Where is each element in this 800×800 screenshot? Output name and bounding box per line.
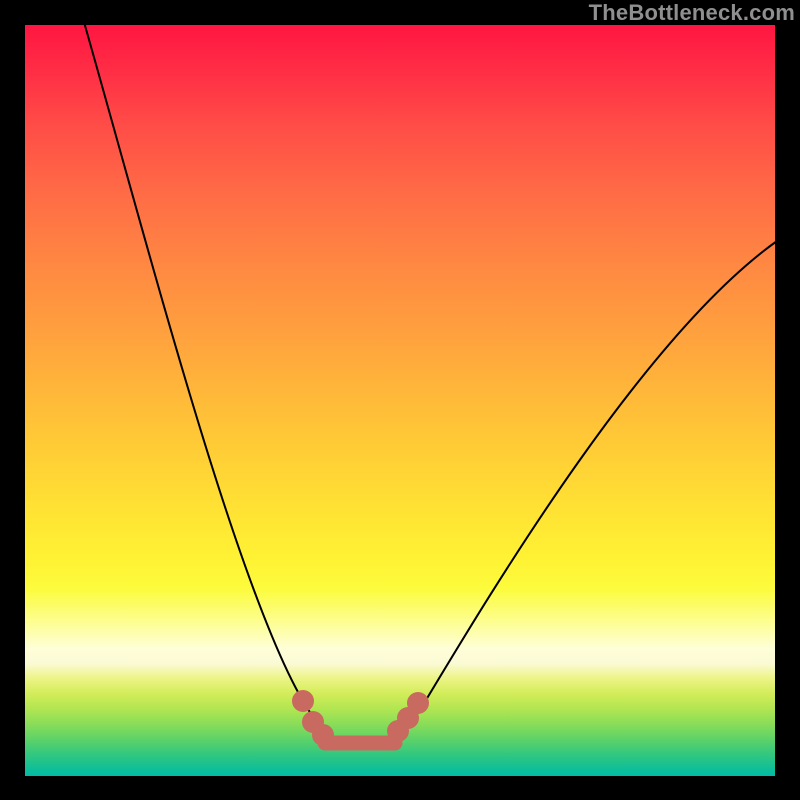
markers-group [292, 690, 429, 746]
curve-layer [25, 25, 775, 776]
plot-area [25, 25, 775, 776]
marker-point [407, 692, 429, 714]
bottleneck-curve [82, 15, 777, 747]
watermark-text: TheBottleneck.com [589, 0, 795, 26]
marker-point [292, 690, 314, 712]
chart-frame: TheBottleneck.com [0, 0, 800, 800]
marker-point [312, 724, 334, 746]
